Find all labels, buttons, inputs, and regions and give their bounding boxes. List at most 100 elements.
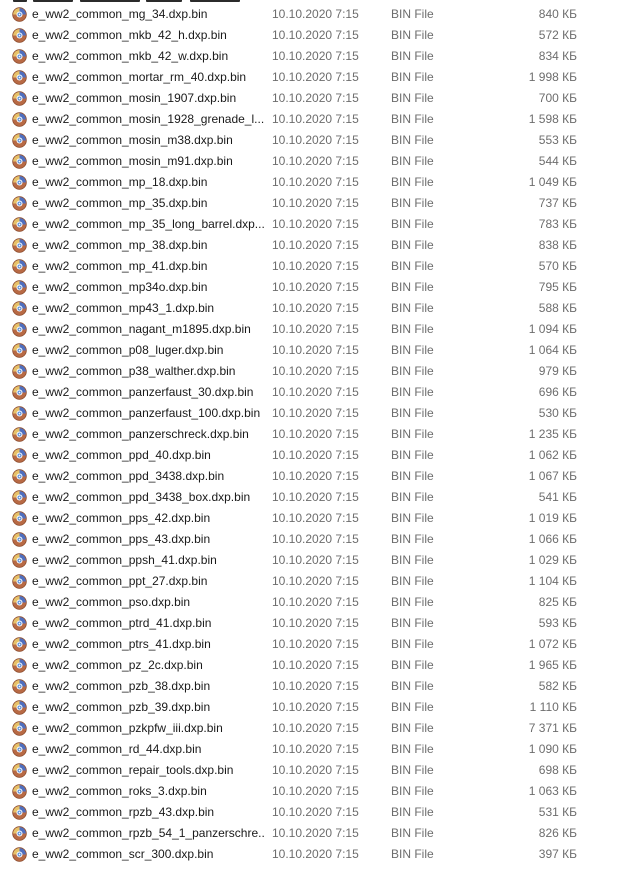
dxp-bin-file-icon [12, 847, 27, 862]
dxp-bin-file-icon [12, 637, 27, 652]
file-name: e_ww2_common_pzb_39.dxp.bin [32, 700, 211, 714]
file-row[interactable]: e_ww2_common_rpzb_54_1_panzerschre... 10… [0, 823, 620, 844]
file-size: 696 КБ [538, 385, 577, 399]
file-row[interactable]: e_ww2_common_nagant_m1895.dxp.bin 10.10.… [0, 319, 620, 340]
file-row[interactable]: e_ww2_common_ptrs_41.dxp.bin 10.10.2020 … [0, 634, 620, 655]
file-row[interactable]: e_ww2_common_ptrd_41.dxp.bin 10.10.2020 … [0, 613, 620, 634]
file-row[interactable]: e_ww2_common_pzb_39.dxp.bin 10.10.2020 7… [0, 697, 620, 718]
file-size: 1 090 КБ [528, 742, 577, 756]
file-size: 1 019 КБ [528, 511, 577, 525]
file-date-modified: 10.10.2020 7:15 [272, 196, 359, 210]
file-date-modified: 10.10.2020 7:15 [272, 343, 359, 357]
dxp-bin-file-icon [12, 511, 27, 526]
file-row[interactable]: e_ww2_common_mosin_m91.dxp.bin 10.10.202… [0, 151, 620, 172]
file-row[interactable]: e_ww2_common_p38_walther.dxp.bin 10.10.2… [0, 361, 620, 382]
dxp-bin-file-icon [12, 427, 27, 442]
file-row[interactable]: e_ww2_common_mkb_42_h.dxp.bin 10.10.2020… [0, 25, 620, 46]
dxp-bin-file-icon [12, 784, 27, 799]
file-row[interactable]: e_ww2_common_mosin_m38.dxp.bin 10.10.202… [0, 130, 620, 151]
file-row[interactable]: e_ww2_common_mp_35.dxp.bin 10.10.2020 7:… [0, 193, 620, 214]
file-row[interactable]: e_ww2_common_pz_2c.dxp.bin 10.10.2020 7:… [0, 655, 620, 676]
file-name: e_ww2_common_mp_38.dxp.bin [32, 238, 208, 252]
file-row[interactable]: e_ww2_common_pzb_38.dxp.bin 10.10.2020 7… [0, 676, 620, 697]
file-size: 834 КБ [538, 49, 577, 63]
file-type: BIN File [391, 217, 434, 231]
file-row[interactable]: e_ww2_common_roks_3.dxp.bin 10.10.2020 7… [0, 781, 620, 802]
file-date-modified: 10.10.2020 7:15 [272, 532, 359, 546]
file-row[interactable]: e_ww2_common_mosin_1928_grenade_l... 10.… [0, 109, 620, 130]
file-row[interactable]: e_ww2_common_pps_43.dxp.bin 10.10.2020 7… [0, 529, 620, 550]
file-row[interactable]: e_ww2_common_rd_44.dxp.bin 10.10.2020 7:… [0, 739, 620, 760]
file-row[interactable]: e_ww2_common_pps_42.dxp.bin 10.10.2020 7… [0, 508, 620, 529]
file-type: BIN File [391, 616, 434, 630]
file-name: e_ww2_common_repair_tools.dxp.bin [32, 763, 234, 777]
file-row[interactable]: e_ww2_common_mp43_1.dxp.bin 10.10.2020 7… [0, 298, 620, 319]
file-type: BIN File [391, 406, 434, 420]
file-date-modified: 10.10.2020 7:15 [272, 742, 359, 756]
file-name: e_ww2_common_mp43_1.dxp.bin [32, 301, 215, 315]
file-date-modified: 10.10.2020 7:15 [272, 700, 359, 714]
dxp-bin-file-icon [12, 742, 27, 757]
dxp-bin-file-icon [12, 301, 27, 316]
file-size: 1 029 КБ [528, 553, 577, 567]
dxp-bin-file-icon [12, 364, 27, 379]
file-row[interactable]: e_ww2_common_scr_300.dxp.bin 10.10.2020 … [0, 844, 620, 865]
file-type: BIN File [391, 826, 434, 840]
file-size: 1 066 КБ [528, 532, 577, 546]
file-row[interactable]: e_ww2_common_panzerfaust_100.dxp.bin 10.… [0, 403, 620, 424]
file-size: 838 КБ [538, 238, 577, 252]
file-type: BIN File [391, 595, 434, 609]
file-type: BIN File [391, 343, 434, 357]
dxp-bin-file-icon [12, 385, 27, 400]
dxp-bin-file-icon [12, 490, 27, 505]
dxp-bin-file-icon [12, 280, 27, 295]
file-row[interactable]: e_ww2_common_mg_34.dxp.bin 10.10.2020 7:… [0, 4, 620, 25]
file-row[interactable]: e_ww2_common_ppt_27.dxp.bin 10.10.2020 7… [0, 571, 620, 592]
file-date-modified: 10.10.2020 7:15 [272, 7, 359, 21]
file-row[interactable]: e_ww2_common_mp_35_long_barrel.dxp... 10… [0, 214, 620, 235]
file-type: BIN File [391, 553, 434, 567]
file-type: BIN File [391, 280, 434, 294]
file-name: e_ww2_common_pso.dxp.bin [32, 595, 191, 609]
file-row[interactable]: e_ww2_common_ppsh_41.dxp.bin 10.10.2020 … [0, 550, 620, 571]
file-row[interactable]: e_ww2_common_ppd_40.dxp.bin 10.10.2020 7… [0, 445, 620, 466]
file-row[interactable]: e_ww2_common_panzerfaust_30.dxp.bin 10.1… [0, 382, 620, 403]
file-row[interactable]: e_ww2_common_pso.dxp.bin 10.10.2020 7:15… [0, 592, 620, 613]
file-row[interactable]: e_ww2_common_ppd_3438_box.dxp.bin 10.10.… [0, 487, 620, 508]
file-row[interactable]: e_ww2_common_mosin_1907.dxp.bin 10.10.20… [0, 88, 620, 109]
file-row[interactable]: e_ww2_common_panzerschreck.dxp.bin 10.10… [0, 424, 620, 445]
dxp-bin-file-icon [12, 616, 27, 631]
file-type: BIN File [391, 70, 434, 84]
file-row[interactable]: e_ww2_common_mp34o.dxp.bin 10.10.2020 7:… [0, 277, 620, 298]
file-size: 588 КБ [538, 301, 577, 315]
file-size: 1 064 КБ [528, 343, 577, 357]
dxp-bin-file-icon [12, 700, 27, 715]
file-row[interactable]: e_ww2_common_mortar_rm_40.dxp.bin 10.10.… [0, 67, 620, 88]
file-type: BIN File [391, 469, 434, 483]
dxp-bin-file-icon [12, 469, 27, 484]
file-row[interactable]: e_ww2_common_pzkpfw_iii.dxp.bin 10.10.20… [0, 718, 620, 739]
file-row[interactable]: e_ww2_common_mp_38.dxp.bin 10.10.2020 7:… [0, 235, 620, 256]
file-date-modified: 10.10.2020 7:15 [272, 469, 359, 483]
file-row[interactable]: e_ww2_common_p08_luger.dxp.bin 10.10.202… [0, 340, 620, 361]
dxp-bin-file-icon [12, 70, 27, 85]
file-row[interactable]: e_ww2_common_repair_tools.dxp.bin 10.10.… [0, 760, 620, 781]
file-name: e_ww2_common_roks_3.dxp.bin [32, 784, 207, 798]
dxp-bin-file-icon [12, 805, 27, 820]
file-row[interactable]: e_ww2_common_rpzb_43.dxp.bin 10.10.2020 … [0, 802, 620, 823]
file-size: 1 598 КБ [528, 112, 577, 126]
file-row[interactable]: e_ww2_common_mp_18.dxp.bin 10.10.2020 7:… [0, 172, 620, 193]
dxp-bin-file-icon [12, 826, 27, 841]
file-date-modified: 10.10.2020 7:15 [272, 91, 359, 105]
file-date-modified: 10.10.2020 7:15 [272, 154, 359, 168]
file-type: BIN File [391, 805, 434, 819]
file-name: e_ww2_common_ppt_27.dxp.bin [32, 574, 208, 588]
file-name: e_ww2_common_p08_luger.dxp.bin [32, 343, 224, 357]
file-size: 582 КБ [538, 679, 577, 693]
file-size: 1 104 КБ [528, 574, 577, 588]
file-row[interactable]: e_ww2_common_ppd_3438.dxp.bin 10.10.2020… [0, 466, 620, 487]
file-type: BIN File [391, 259, 434, 273]
dxp-bin-file-icon [12, 175, 27, 190]
file-row[interactable]: e_ww2_common_mkb_42_w.dxp.bin 10.10.2020… [0, 46, 620, 67]
file-row[interactable]: e_ww2_common_mp_41.dxp.bin 10.10.2020 7:… [0, 256, 620, 277]
